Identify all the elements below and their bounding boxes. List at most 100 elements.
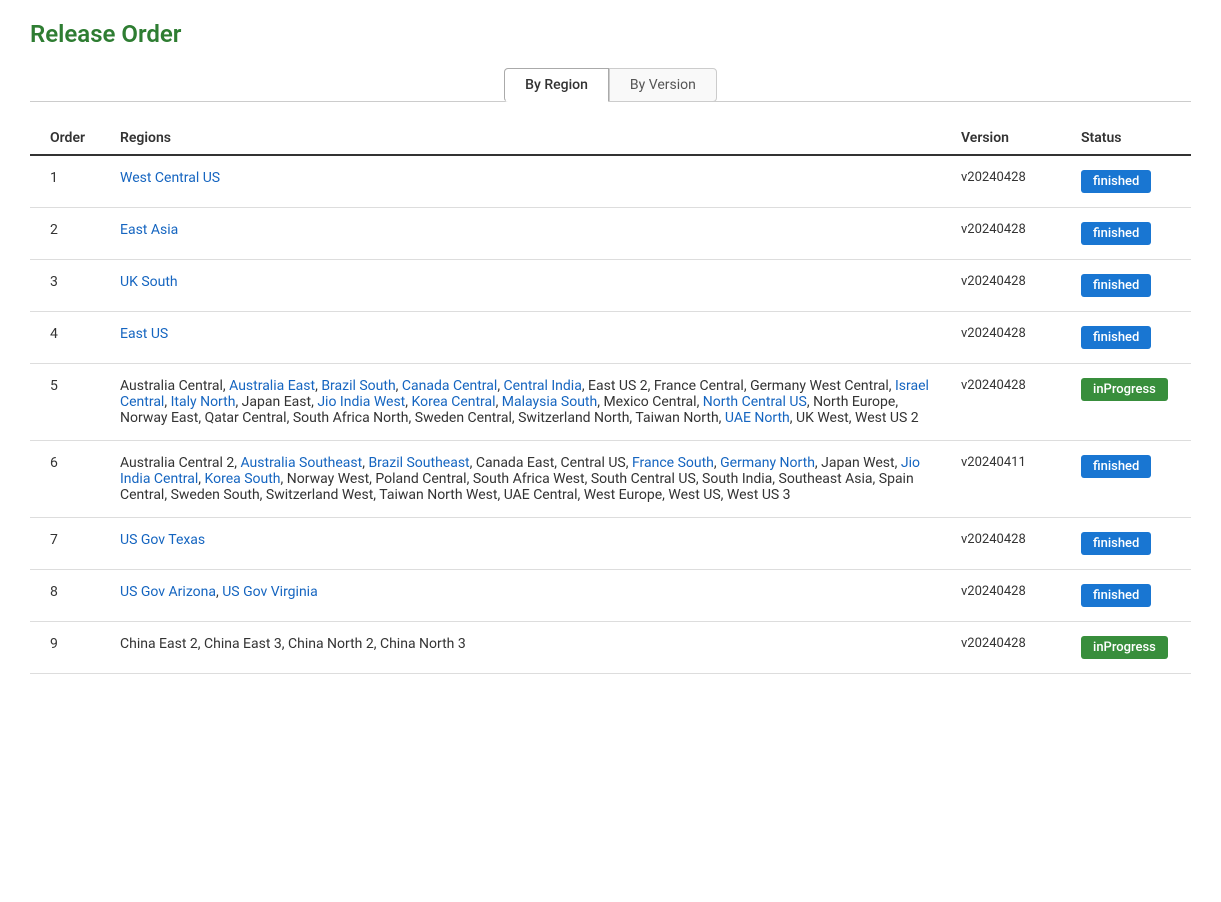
region-text: East US 2 — [588, 378, 648, 394]
cell-status: finished — [1071, 312, 1191, 364]
cell-status: inProgress — [1071, 364, 1191, 441]
cell-version: v20240428 — [951, 570, 1071, 622]
region-link[interactable]: West Central US — [120, 170, 220, 186]
status-badge: finished — [1081, 532, 1151, 555]
region-text: Switzerland North — [518, 410, 629, 426]
cell-version: v20240428 — [951, 518, 1071, 570]
cell-regions: US Gov Texas — [110, 518, 951, 570]
region-text: Australia Central 2 — [120, 455, 234, 471]
cell-regions: East US — [110, 312, 951, 364]
region-link[interactable]: Jio India West — [317, 394, 405, 410]
region-text: Australia Central — [120, 378, 223, 394]
region-text: Norway East — [120, 410, 198, 426]
cell-order: 9 — [30, 622, 110, 674]
col-regions: Regions — [110, 122, 951, 155]
cell-order: 6 — [30, 441, 110, 518]
status-badge: finished — [1081, 455, 1151, 478]
cell-order: 2 — [30, 208, 110, 260]
cell-regions: Australia Central, Australia East, Brazi… — [110, 364, 951, 441]
table-header-row: Order Regions Version Status — [30, 122, 1191, 155]
region-text: Southeast Asia — [779, 471, 873, 487]
table-row: 7 US Gov Texas v20240428 finished — [30, 518, 1191, 570]
col-order: Order — [30, 122, 110, 155]
cell-order: 4 — [30, 312, 110, 364]
region-text: UAE Central — [504, 487, 578, 503]
region-text: Taiwan North — [635, 410, 718, 426]
region-text: Sweden Central — [415, 410, 512, 426]
region-link[interactable]: North Central US — [703, 394, 807, 410]
table-row: 6Australia Central 2, Australia Southeas… — [30, 441, 1191, 518]
region-text: UK West — [796, 410, 849, 426]
cell-order: 3 — [30, 260, 110, 312]
region-link[interactable]: Australia East — [229, 378, 315, 394]
tab-by-region[interactable]: By Region — [504, 68, 609, 102]
col-version: Version — [951, 122, 1071, 155]
region-text: Central US — [561, 455, 626, 471]
region-link[interactable]: US Gov Arizona — [120, 584, 216, 600]
region-text: Japan East — [242, 394, 311, 410]
region-text: China North 2 — [288, 636, 374, 652]
table-row: 1West Central USv20240428finished — [30, 155, 1191, 208]
table-row: 4East USv20240428finished — [30, 312, 1191, 364]
status-badge: finished — [1081, 170, 1151, 193]
region-text: West US — [668, 487, 720, 503]
region-link[interactable]: Australia Southeast — [240, 455, 362, 471]
region-link[interactable]: Brazil Southeast — [368, 455, 469, 471]
tab-bar: By Region By Version — [30, 68, 1191, 102]
region-text: China East 3 — [204, 636, 282, 652]
cell-status: finished — [1071, 260, 1191, 312]
region-text: Norway West — [287, 471, 369, 487]
region-text: North Europe — [813, 394, 895, 410]
cell-version: v20240428 — [951, 364, 1071, 441]
cell-regions: Australia Central 2, Australia Southeast… — [110, 441, 951, 518]
status-badge: finished — [1081, 584, 1151, 607]
region-link[interactable]: East Asia — [120, 222, 178, 238]
region-text: Canada East — [476, 455, 554, 471]
region-text: Mexico Central — [603, 394, 696, 410]
region-text: West Europe — [584, 487, 662, 503]
cell-version: v20240411 — [951, 441, 1071, 518]
table-row: 3UK Southv20240428finished — [30, 260, 1191, 312]
tab-by-version[interactable]: By Version — [609, 68, 717, 102]
region-link[interactable]: US Gov Virginia — [222, 584, 317, 600]
region-link[interactable]: East US — [120, 326, 168, 342]
region-link[interactable]: France South — [632, 455, 714, 471]
region-link[interactable]: UK South — [120, 274, 178, 290]
region-text: Switzerland West — [266, 487, 373, 503]
cell-version: v20240428 — [951, 155, 1071, 208]
region-text: South Central US — [591, 471, 696, 487]
table-row: 8US Gov Arizona, US Gov Virginiav2024042… — [30, 570, 1191, 622]
region-text: Poland Central — [375, 471, 466, 487]
region-link[interactable]: UAE North — [725, 410, 790, 426]
cell-regions: East Asia — [110, 208, 951, 260]
region-link[interactable]: Korea South — [205, 471, 281, 487]
col-status: Status — [1071, 122, 1191, 155]
region-link[interactable]: Korea Central — [412, 394, 496, 410]
status-badge: finished — [1081, 326, 1151, 349]
region-link[interactable]: Central India — [504, 378, 582, 394]
status-badge: inProgress — [1081, 636, 1168, 659]
table-row: 2 East Asia v20240428 finished — [30, 208, 1191, 260]
region-link[interactable]: US Gov Texas — [120, 532, 205, 548]
status-badge: inProgress — [1081, 378, 1168, 401]
cell-version: v20240428 — [951, 208, 1071, 260]
region-link[interactable]: Canada Central — [402, 378, 497, 394]
region-link[interactable]: Malaysia South — [502, 394, 597, 410]
cell-status: finished — [1071, 208, 1191, 260]
region-text: South Africa North — [293, 410, 409, 426]
status-badge: finished — [1081, 222, 1151, 245]
cell-order: 7 — [30, 518, 110, 570]
page-title: Release Order — [30, 20, 1191, 48]
region-link[interactable]: Brazil South — [321, 378, 395, 394]
cell-order: 8 — [30, 570, 110, 622]
region-text: China East 2 — [120, 636, 198, 652]
cell-regions: West Central US — [110, 155, 951, 208]
cell-status: finished — [1071, 518, 1191, 570]
region-link[interactable]: Germany North — [720, 455, 815, 471]
region-text: Qatar Central — [205, 410, 287, 426]
region-text: Germany West Central — [750, 378, 889, 394]
cell-status: inProgress — [1071, 622, 1191, 674]
region-link[interactable]: Italy North — [171, 394, 236, 410]
region-text: Japan West — [821, 455, 894, 471]
region-text: France Central — [654, 378, 744, 394]
